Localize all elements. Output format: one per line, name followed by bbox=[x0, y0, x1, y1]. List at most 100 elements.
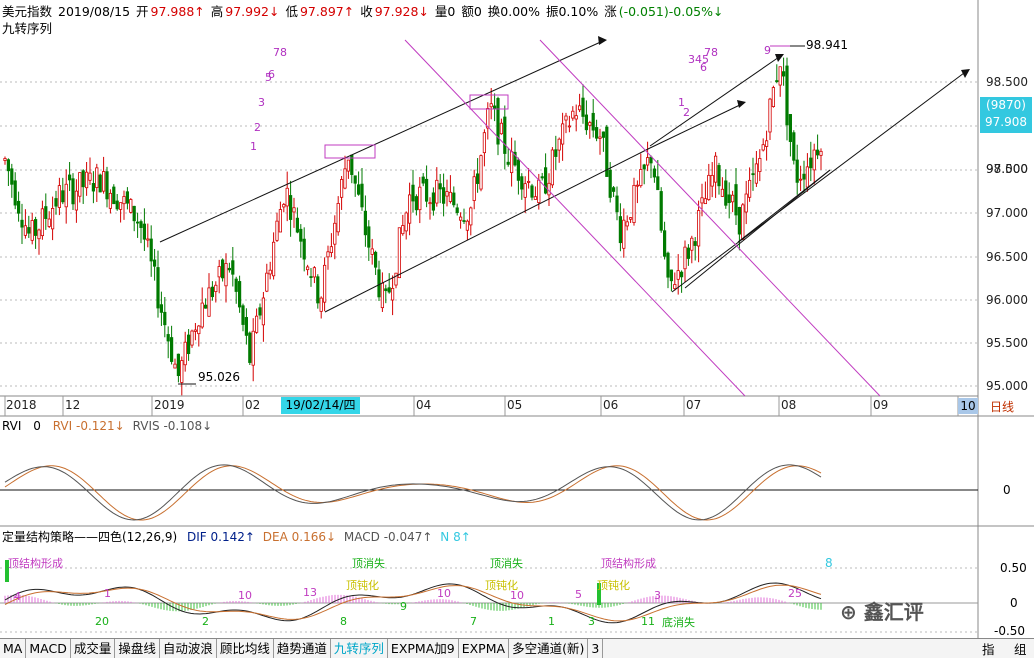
current-price-badge: (9870) 97.908 bbox=[980, 97, 1032, 133]
period-button[interactable]: 日线 bbox=[990, 398, 1014, 415]
tab-long-short[interactable]: 多空通道(新) bbox=[509, 639, 589, 658]
price-tick: 95.000 bbox=[986, 379, 1028, 393]
tab-trend-channel[interactable]: 趋势通道 bbox=[274, 639, 331, 658]
seq-mark: 6 bbox=[700, 61, 707, 74]
macd-number: 20 bbox=[95, 615, 109, 628]
date-tick: 10 bbox=[958, 398, 978, 414]
rvi-value: -0.121↓ bbox=[76, 419, 125, 433]
tab-volume[interactable]: 成交量 bbox=[71, 639, 116, 658]
n-label: N bbox=[440, 530, 450, 544]
price-tick: 98.500 bbox=[986, 75, 1028, 89]
date-tick: 07 bbox=[686, 398, 702, 412]
macd-header: 定量结构策略——四色(12,26,9) DIF 0.142↑ DEA 0.166… bbox=[2, 528, 471, 545]
price-tick: 97.500 bbox=[986, 162, 1028, 176]
macd-annotation: 顶消失 bbox=[352, 557, 385, 570]
seq-mark: 78 bbox=[273, 46, 287, 59]
low-mark: 95.026 bbox=[198, 370, 240, 384]
macd-number: 1 bbox=[548, 615, 555, 628]
macd-number: 8 bbox=[825, 556, 833, 570]
tab-auto-wave[interactable]: 自动波浪 bbox=[160, 639, 217, 658]
seq-mark: 2 bbox=[683, 106, 690, 119]
macd-number: 10 bbox=[238, 589, 252, 602]
rvi-title: RVI bbox=[2, 419, 22, 433]
macd-number: 10 bbox=[437, 587, 451, 600]
rvis-value: -0.108↓ bbox=[163, 419, 213, 433]
macd-annotation: 顶消失 bbox=[490, 557, 523, 570]
macd-tick: 0.50 bbox=[1000, 561, 1027, 575]
tab-guppy[interactable]: 顾比均线 bbox=[217, 639, 274, 658]
macd-number: 3 bbox=[588, 615, 595, 628]
date-tick: 05 bbox=[507, 398, 523, 412]
macd-number: 8 bbox=[340, 615, 347, 628]
seq-mark: 3 bbox=[258, 96, 265, 109]
current-price: 97.908 bbox=[985, 115, 1027, 129]
macd-number: 10 bbox=[510, 589, 524, 602]
macd-annotation: 顶钝化 bbox=[346, 579, 379, 592]
rvi-zero: 0 bbox=[1003, 483, 1011, 497]
index-button[interactable]: 指 bbox=[982, 639, 995, 658]
cursor-date: 19/02/14/四 bbox=[281, 397, 360, 414]
macd-tick: 0 bbox=[1010, 596, 1018, 610]
macd-number: 11 bbox=[641, 615, 655, 628]
rvi-label: RVI bbox=[52, 419, 73, 433]
tab-expma[interactable]: EXPMA bbox=[459, 639, 510, 658]
macd-value: -0.047↑ bbox=[383, 530, 433, 544]
tab-nine-sequence[interactable]: 九转序列 bbox=[331, 639, 388, 658]
macd-annotation: 顶结构形成 bbox=[601, 557, 656, 570]
tab-macd[interactable]: MACD bbox=[26, 639, 71, 658]
tab-trade-line[interactable]: 操盘线 bbox=[115, 639, 160, 658]
macd-number: 1 bbox=[104, 587, 111, 600]
current-code: (9870) bbox=[986, 98, 1026, 112]
date-tick: 12 bbox=[65, 398, 81, 412]
macd-number: 3 bbox=[654, 589, 661, 602]
rvis-label: RVIS bbox=[132, 419, 160, 433]
macd-number: 25 bbox=[788, 587, 802, 600]
rvi-header: RVI 0 RVI -0.121↓ RVIS -0.108↓ bbox=[2, 419, 212, 433]
seq-mark: 9 bbox=[764, 44, 771, 57]
macd-tick: -0.50 bbox=[994, 624, 1026, 638]
macd-annotation: 底消失 bbox=[662, 616, 695, 629]
candlesticks bbox=[3, 57, 823, 396]
price-tick: 97.000 bbox=[986, 206, 1028, 220]
price-tick: 96.500 bbox=[986, 250, 1028, 264]
tab-ma[interactable]: MA bbox=[0, 639, 27, 658]
price-tick: 96.000 bbox=[986, 293, 1028, 307]
high-mark: 98.941 bbox=[806, 38, 848, 52]
macd-number: 5 bbox=[575, 588, 582, 601]
date-tick: 04 bbox=[416, 398, 432, 412]
macd-title: 定量结构策略——四色(12,26,9) bbox=[2, 530, 178, 544]
price-tick: 95.500 bbox=[986, 336, 1028, 350]
dea-label: DEA bbox=[262, 530, 288, 544]
dif-value: 0.142↑ bbox=[210, 530, 255, 544]
watermark: ⊕ 鑫汇评 bbox=[840, 600, 924, 624]
dea-value: 0.166↓ bbox=[291, 530, 337, 544]
macd-number: 13 bbox=[303, 586, 317, 599]
group-button[interactable]: 组 bbox=[1014, 639, 1027, 658]
rvi-param: 0 bbox=[33, 419, 41, 433]
seq-mark: 6 bbox=[268, 68, 275, 81]
indicator-tabs: MA MACD 成交量 操盘线 自动波浪 顾比均线 趋势通道 九转序列 EXPMA加9 EXPMA… bbox=[0, 638, 1034, 658]
rvis-line bbox=[4, 464, 822, 521]
macd-number: 9 bbox=[400, 600, 407, 613]
macd-number: 4 bbox=[14, 590, 21, 603]
date-tick: 08 bbox=[781, 398, 797, 412]
tab-more[interactable]: 3 bbox=[588, 639, 604, 658]
dif-label: DIF bbox=[187, 530, 207, 544]
date-tick: 06 bbox=[603, 398, 619, 412]
macd-number: 7 bbox=[470, 615, 477, 628]
seq-mark: 2 bbox=[254, 121, 261, 134]
date-tick: 02 bbox=[245, 398, 261, 412]
date-ticks bbox=[4, 396, 959, 416]
rvi-line bbox=[4, 465, 822, 521]
macd-annotation: 顶结构形成 bbox=[8, 557, 63, 570]
n-value: 8↑ bbox=[453, 530, 471, 544]
tab-expma9[interactable]: EXPMA加9 bbox=[388, 639, 459, 658]
macd-label: MACD bbox=[343, 530, 380, 544]
watermark-text: 鑫汇评 bbox=[863, 600, 924, 624]
date-tick: 2018 bbox=[6, 398, 37, 412]
date-tick: 09 bbox=[873, 398, 889, 412]
seq-mark: 78 bbox=[704, 46, 718, 59]
macd-annotation: 顶钝化 bbox=[597, 579, 630, 592]
macd-number: 2 bbox=[202, 615, 209, 628]
seq-mark: 1 bbox=[250, 140, 257, 153]
